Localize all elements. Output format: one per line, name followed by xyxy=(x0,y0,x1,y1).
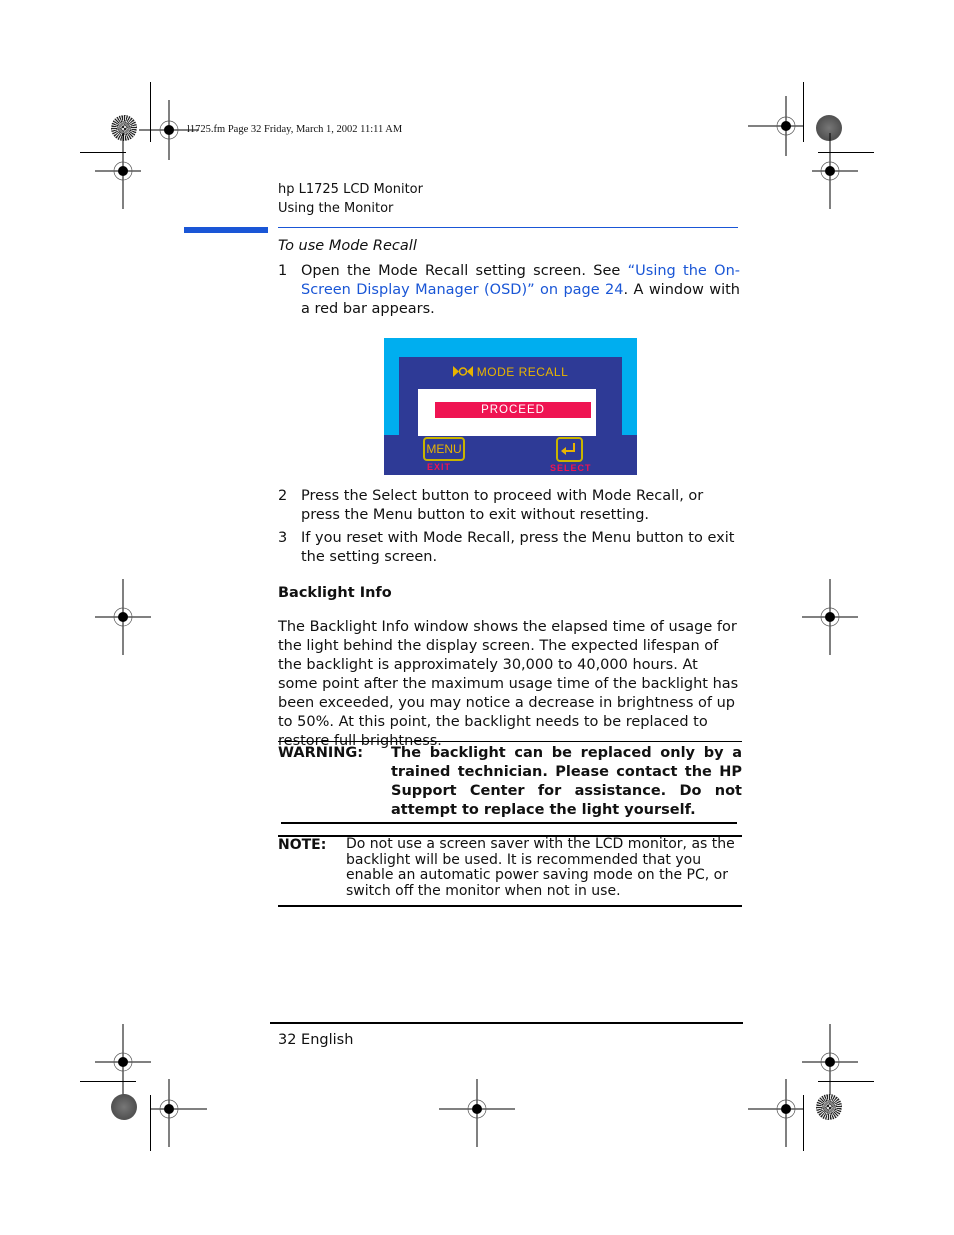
registration-mark-icon xyxy=(95,133,141,209)
osd-title: MODE RECALL xyxy=(384,365,637,379)
registration-mark-icon xyxy=(151,1079,207,1147)
step-text: Press the Select button to proceed with … xyxy=(301,488,704,523)
warning-bottom-rule xyxy=(281,822,737,824)
proceed-bar: PROCEED xyxy=(435,402,591,418)
running-header-subtitle: Using the Monitor xyxy=(278,201,394,216)
step-text: Open the Mode Recall setting screen. See xyxy=(301,263,628,279)
registration-mark-icon xyxy=(812,133,858,209)
section-heading-backlight-info: Backlight Info xyxy=(278,585,392,601)
file-slug: l1725.fm Page 32 Friday, March 1, 2002 1… xyxy=(187,124,403,135)
mode-recall-osd-figure: MODE RECALL PROCEED MENU EXIT SELECT xyxy=(384,338,637,475)
registration-mark-icon xyxy=(802,579,858,655)
footer-rule xyxy=(270,1022,743,1024)
step-number: 3 xyxy=(278,530,288,546)
mode-recall-icon xyxy=(452,366,473,377)
enter-arrow-icon xyxy=(561,443,575,455)
running-header-title: hp L1725 LCD Monitor xyxy=(278,182,423,197)
select-button xyxy=(556,437,583,462)
exit-caption: EXIT xyxy=(427,462,452,472)
menu-button: MENU xyxy=(423,437,465,461)
header-rule xyxy=(278,227,738,228)
subheading-mode-recall: To use Mode Recall xyxy=(278,238,417,254)
backlight-paragraph: The Backlight Info window shows the elap… xyxy=(278,619,739,749)
step-3: 3 If you reset with Mode Recall, press t… xyxy=(278,529,740,567)
note-label: NOTE: xyxy=(278,837,327,853)
step-number: 2 xyxy=(278,488,288,504)
note-text: Do not use a screen saver with the LCD m… xyxy=(346,836,735,899)
registration-mark-icon xyxy=(95,579,151,655)
header-accent-bar xyxy=(184,227,268,233)
warning-label: WARNING: xyxy=(278,745,364,761)
page-footer: 32 English xyxy=(278,1032,354,1048)
select-caption: SELECT xyxy=(550,463,592,473)
registration-mark-icon xyxy=(439,1079,515,1147)
registration-disc-icon xyxy=(816,1094,842,1120)
step-1: 1 Open the Mode Recall setting screen. S… xyxy=(278,262,740,319)
registration-mark-icon xyxy=(748,1079,804,1147)
warning-text: The backlight can be replaced only by a … xyxy=(391,745,742,818)
step-text: If you reset with Mode Recall, press the… xyxy=(301,530,735,565)
step-2: 2 Press the Select button to proceed wit… xyxy=(278,487,740,525)
note-bottom-rule xyxy=(278,905,742,907)
warning-top-rule xyxy=(278,741,742,742)
step-number: 1 xyxy=(278,263,288,279)
